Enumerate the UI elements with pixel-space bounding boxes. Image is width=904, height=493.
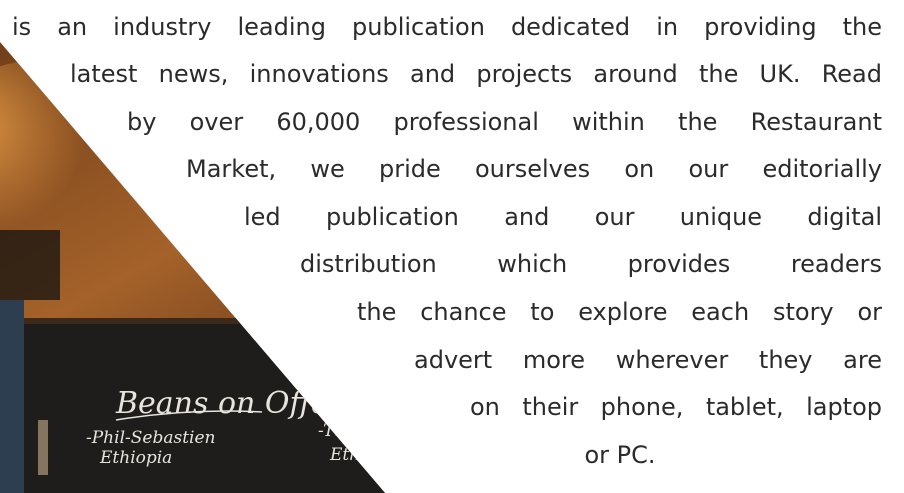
text-line-7: the chance to explore each story or bbox=[357, 298, 882, 326]
text-line-2: latest news, innovations and projects ar… bbox=[70, 60, 882, 88]
text-line-5: led publication and our unique digital bbox=[244, 203, 882, 231]
text-line-3: by over 60,000 professional within the R… bbox=[127, 108, 882, 136]
text-line-10: or PC. bbox=[584, 441, 656, 469]
text-line-4: Market, we pride ourselves on our editor… bbox=[186, 155, 882, 183]
text-line-9: on their phone, tablet, laptop bbox=[470, 393, 882, 421]
text-line-1: is an industry leading publication dedic… bbox=[12, 13, 882, 41]
text-line-8: advert more wherever they are bbox=[414, 346, 882, 374]
article-description: is an industry leading publication dedic… bbox=[0, 0, 904, 493]
text-line-6: distribution which provides readers bbox=[300, 250, 882, 278]
